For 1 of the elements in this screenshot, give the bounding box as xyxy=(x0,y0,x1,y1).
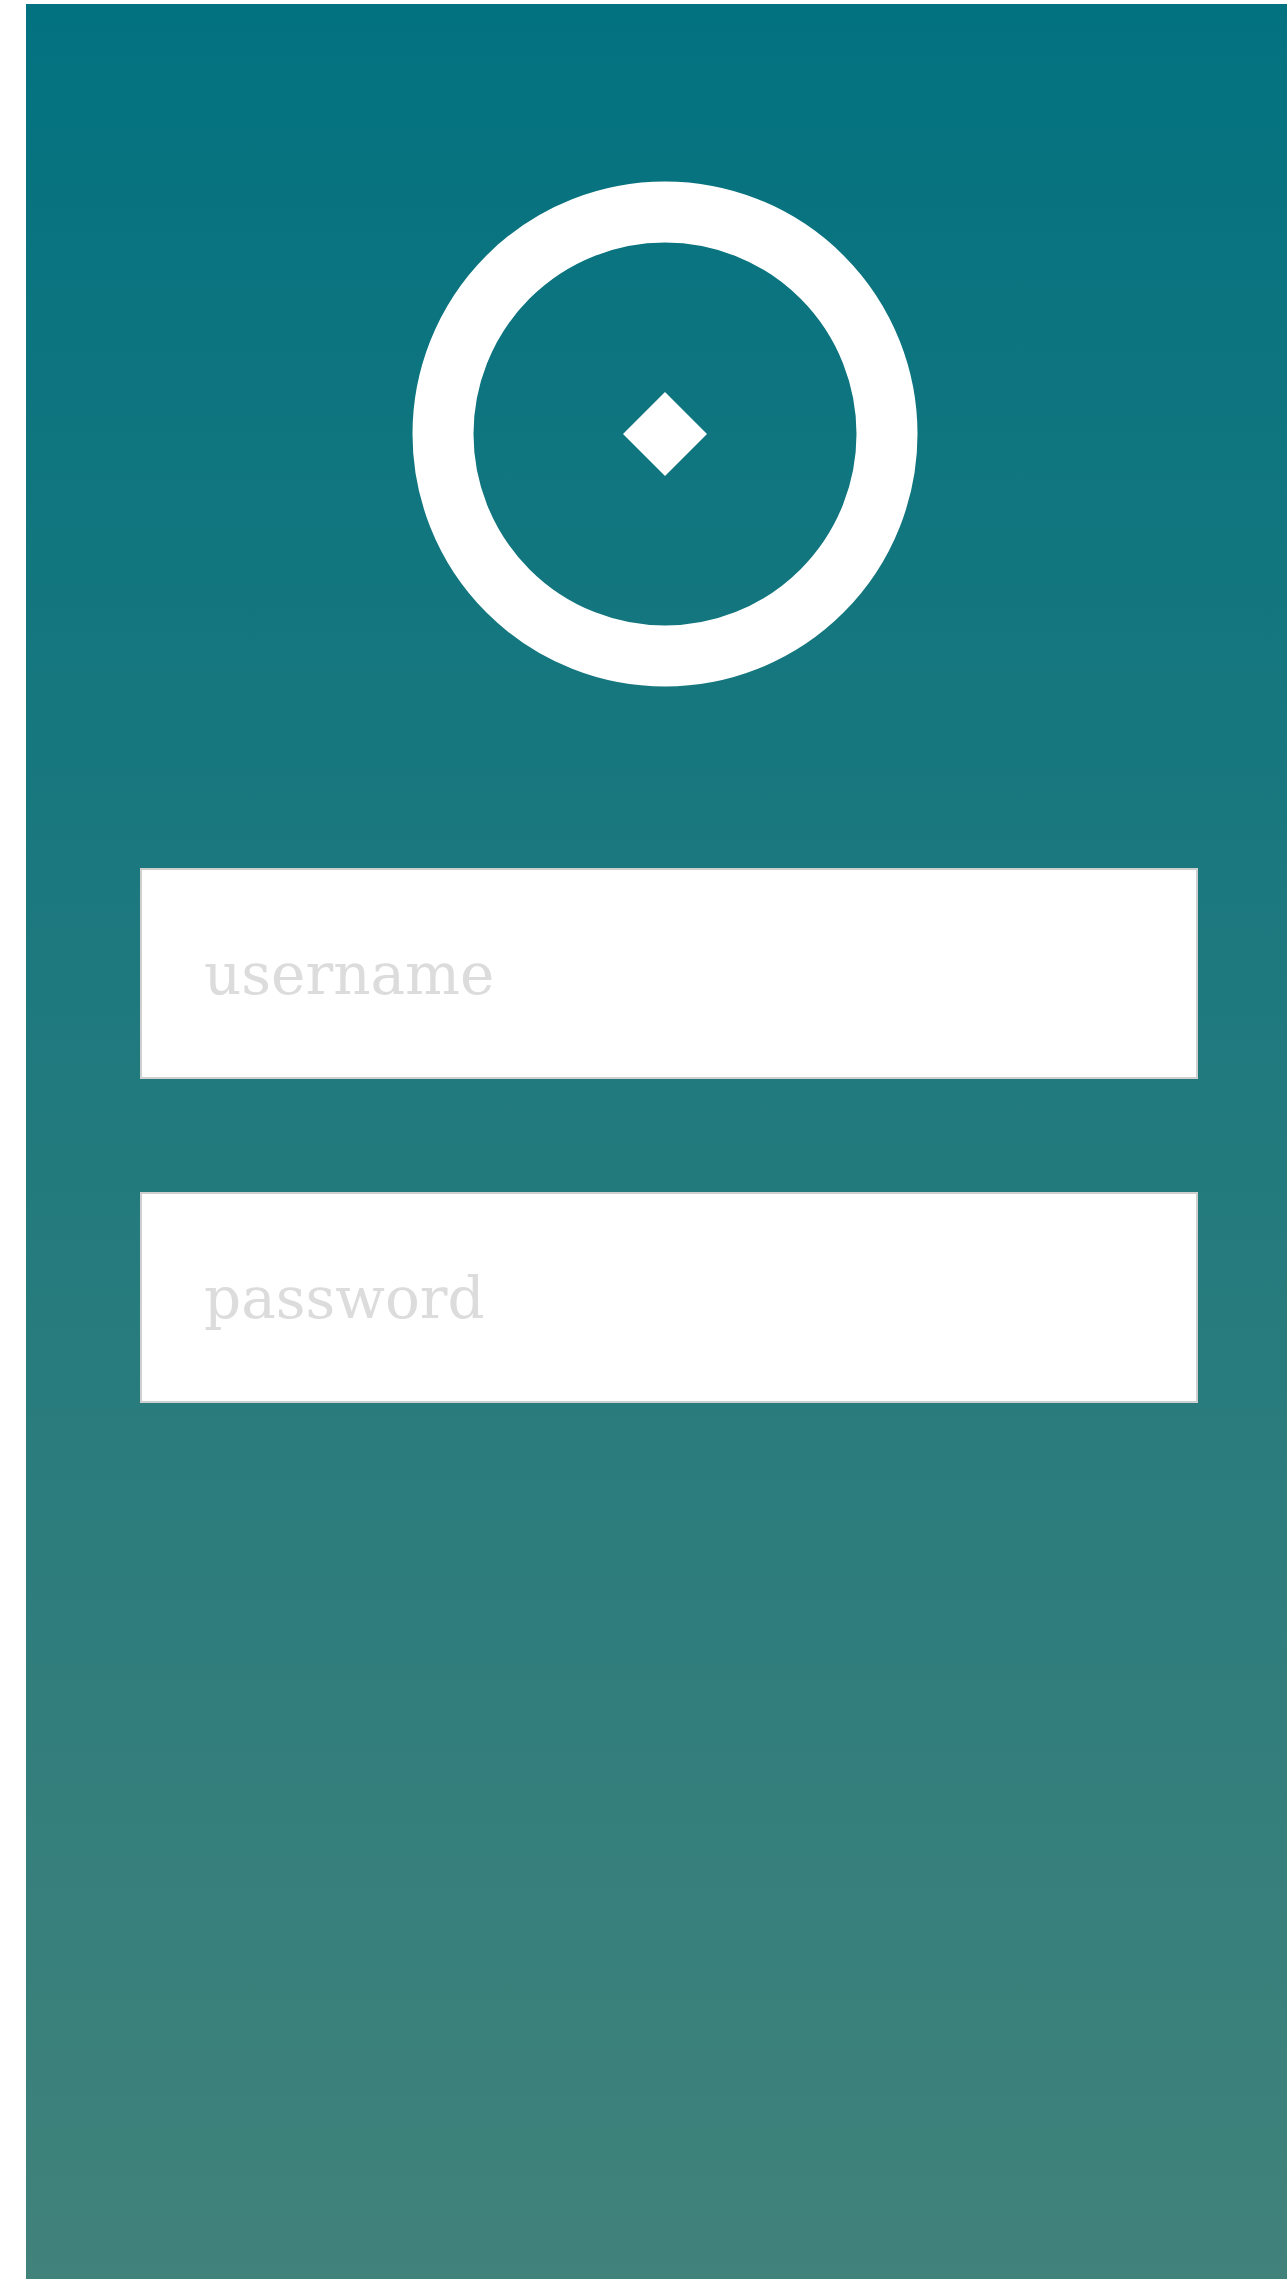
ring-logo-icon xyxy=(412,181,918,687)
